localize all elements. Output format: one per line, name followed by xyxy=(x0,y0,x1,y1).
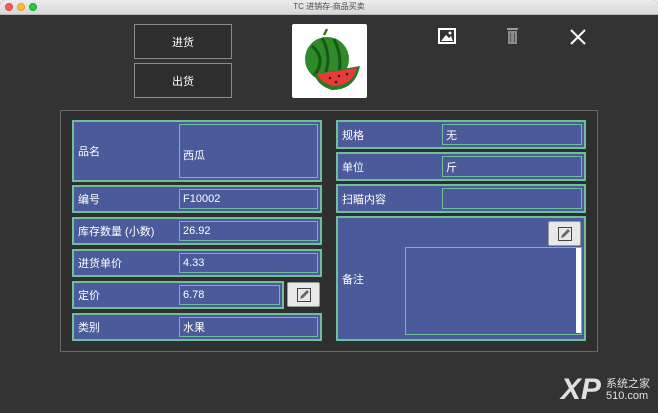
code-input[interactable]: F10002 xyxy=(179,189,318,209)
quantity-field: 库存数量 (小数) 26.92 xyxy=(72,217,322,245)
name-field: 品名 西瓜 xyxy=(72,120,322,182)
spec-input[interactable]: 无 xyxy=(442,124,582,145)
spec-label: 规格 xyxy=(342,129,364,142)
window-title: TC 进销存-商品买卖 xyxy=(293,2,365,11)
category-input[interactable]: 水果 xyxy=(179,317,318,337)
cost-label: 进货单价 xyxy=(78,258,122,270)
title-bar: TC 进销存-商品买卖 xyxy=(0,0,658,15)
close-button[interactable] xyxy=(570,29,586,50)
code-label: 编号 xyxy=(78,194,100,206)
trash-button[interactable] xyxy=(506,27,519,50)
cost-input[interactable]: 4.33 xyxy=(179,253,318,273)
edit-icon xyxy=(296,287,311,302)
watermelon-icon xyxy=(305,28,360,90)
stock-out-button[interactable]: 出货 xyxy=(134,63,232,98)
watermark: XP 系统之家 510.com xyxy=(560,373,650,406)
cost-field: 进货单价 4.33 xyxy=(72,249,322,277)
note-edit-button[interactable] xyxy=(548,221,581,246)
close-icon xyxy=(570,29,586,45)
price-input[interactable]: 6.78 xyxy=(179,285,280,305)
name-input[interactable]: 西瓜 xyxy=(179,124,318,178)
app-window: TC 进销存-商品买卖 进货 出货 品名 西瓜 编号 F10002 库存数量 (… xyxy=(0,0,658,413)
note-textarea[interactable] xyxy=(405,247,582,335)
price-edit-button[interactable] xyxy=(287,282,320,307)
unit-input[interactable]: 斤 xyxy=(442,156,582,177)
code-field: 编号 F10002 xyxy=(72,185,322,213)
quantity-input[interactable]: 26.92 xyxy=(179,221,318,241)
image-button[interactable] xyxy=(437,27,457,50)
unit-label: 单位 xyxy=(342,161,364,174)
trash-icon xyxy=(507,28,518,44)
scan-input[interactable] xyxy=(442,188,582,209)
category-label: 类别 xyxy=(78,322,100,334)
image-icon xyxy=(438,28,456,44)
spec-field: 规格 无 xyxy=(336,120,586,149)
stock-in-button[interactable]: 进货 xyxy=(134,24,232,59)
name-label: 品名 xyxy=(78,146,100,158)
edit-icon xyxy=(557,226,572,241)
scan-label: 扫瞄内容 xyxy=(342,193,386,206)
price-label: 定价 xyxy=(78,290,100,302)
note-label: 备注 xyxy=(342,273,364,286)
note-field: 备注 xyxy=(336,216,586,341)
unit-field: 单位 斤 xyxy=(336,152,586,181)
scan-field: 扫瞄内容 xyxy=(336,184,586,213)
price-field: 定价 6.78 xyxy=(72,281,284,309)
category-field: 类别 水果 xyxy=(72,313,322,341)
product-image[interactable] xyxy=(292,24,367,98)
quantity-label: 库存数量 (小数) xyxy=(78,226,155,238)
note-scrollbar[interactable] xyxy=(576,248,581,333)
